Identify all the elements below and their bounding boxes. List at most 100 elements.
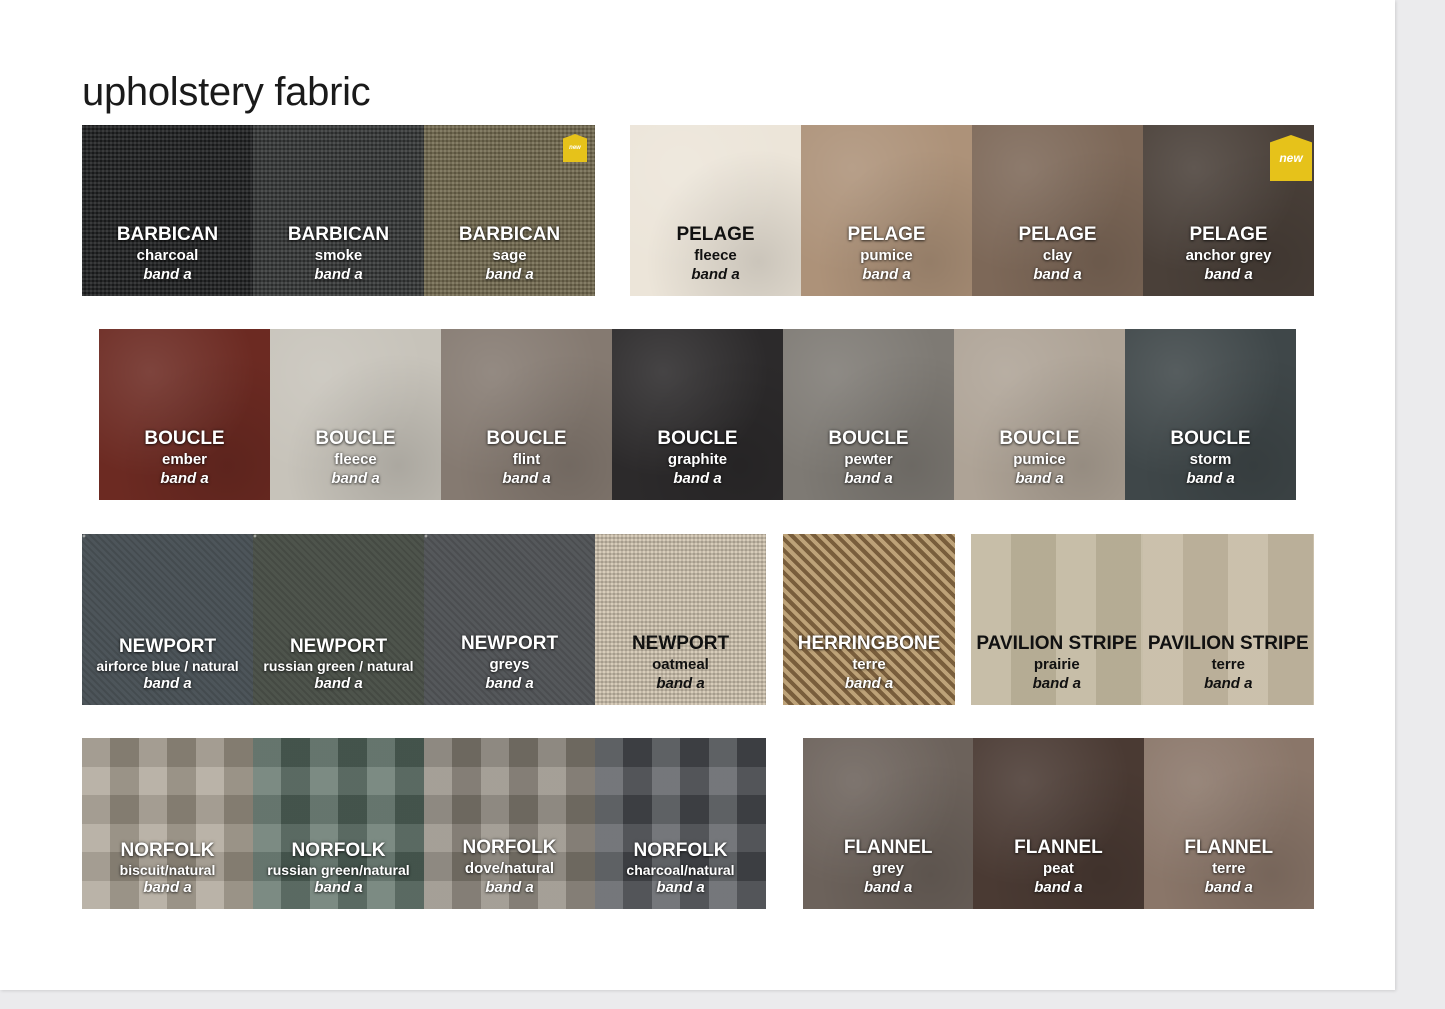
fabric-swatch: FLANNEL peat band a <box>973 738 1144 909</box>
swatch-name: FLANNEL <box>843 837 933 858</box>
swatch-name: BOUCLE <box>1170 428 1251 449</box>
swatch-name: NORFOLK <box>633 840 728 861</box>
swatch-colorway: fleece <box>334 451 377 468</box>
swatch-colorway: anchor grey <box>1185 247 1272 264</box>
swatch-colorway: dove/natural <box>464 860 555 877</box>
swatch-band: band a <box>314 266 363 283</box>
swatch-band: band a <box>1015 470 1064 487</box>
swatch-colorway: charcoal <box>136 247 199 264</box>
fabric-swatch: FLANNEL grey band a <box>803 738 974 909</box>
swatch-colorway: ember <box>161 451 208 468</box>
fabric-swatch: PAVILION STRIPE terre band a <box>1142 534 1314 705</box>
fabric-swatch: BARBICAN sage band a new <box>424 125 595 296</box>
swatch-colorway: terre <box>1211 656 1245 673</box>
swatch-band: band a <box>1204 675 1253 692</box>
swatch-colorway: storm <box>1189 451 1232 468</box>
swatch-name: PAVILION STRIPE <box>1147 633 1309 654</box>
swatch-name: BARBICAN <box>458 224 561 245</box>
fabric-group: NEWPORT airforce blue / natural band a NEWP… <box>82 534 766 705</box>
swatch-colorway: prairie <box>1033 656 1080 673</box>
swatch-band: band a <box>314 879 363 896</box>
swatch-band: band a <box>485 266 534 283</box>
swatch-name: NEWPORT <box>118 636 217 657</box>
fabric-swatch: BARBICAN smoke band a <box>253 125 424 296</box>
fabric-group: PELAGE fleece band a PELAGE pumice band a PELA… <box>630 125 1314 296</box>
catalog-page: upholstery fabric BARBICAN charcoal band a… <box>0 0 1395 990</box>
swatch-band: band a <box>656 879 705 896</box>
swatch-name: BARBICAN <box>116 224 219 245</box>
swatch-name: BOUCLE <box>315 428 396 449</box>
swatch-colorway: terre <box>1212 860 1246 877</box>
fabric-group: PAVILION STRIPE prairie band a PAVILION STR… <box>971 534 1314 705</box>
swatch-name: BOUCLE <box>486 428 567 449</box>
swatch-colorway: flint <box>512 451 541 468</box>
swatch-name: BARBICAN <box>287 224 390 245</box>
swatch-colorway: clay <box>1042 247 1073 264</box>
fabric-swatch: NORFOLK biscuit/natural band a <box>82 738 253 909</box>
swatch-band: band a <box>1186 470 1235 487</box>
new-badge: new <box>563 134 587 162</box>
swatch-band: band a <box>1033 266 1082 283</box>
swatch-name: BOUCLE <box>999 428 1080 449</box>
fabric-swatch: NORFOLK dove/natural band a <box>424 738 595 909</box>
swatch-colorway: grey <box>872 860 904 877</box>
fabric-swatch: PELAGE pumice band a <box>801 125 972 296</box>
swatch-colorway: biscuit/natural <box>119 862 216 878</box>
swatch-colorway: pumice <box>860 247 913 264</box>
swatch-name: BOUCLE <box>828 428 909 449</box>
swatch-name: PELAGE <box>847 224 926 245</box>
swatch-name: BOUCLE <box>657 428 738 449</box>
swatch-band: band a <box>331 470 380 487</box>
swatch-name: NEWPORT <box>460 633 559 654</box>
swatch-band: band a <box>143 266 192 283</box>
fabric-swatch: BOUCLE storm band a <box>1125 329 1296 500</box>
swatch-band: band a <box>844 470 893 487</box>
fabric-group: FLANNEL grey band a FLANNEL peat band a FLANNE… <box>803 738 1314 909</box>
swatch-colorway: sage <box>492 247 527 264</box>
swatch-colorway: smoke <box>314 247 363 264</box>
fabric-swatch: NEWPORT oatmeal band a <box>595 534 766 705</box>
swatch-name: NORFOLK <box>462 837 557 858</box>
swatch-colorway: russian green/natural <box>267 862 410 878</box>
swatch-colorway: fleece <box>694 247 737 264</box>
swatch-band: band a <box>862 266 911 283</box>
swatch-name: NEWPORT <box>289 636 388 657</box>
swatch-band: band a <box>314 675 363 692</box>
swatch-band: band a <box>863 879 913 896</box>
swatch-band: band a <box>656 675 705 692</box>
swatch-colorway: greys <box>489 656 530 673</box>
fabric-swatch: NEWPORT russian green / natural band a <box>253 534 424 705</box>
swatch-name: NORFOLK <box>291 840 386 861</box>
fabric-swatch: BOUCLE flint band a <box>441 329 612 500</box>
fabric-swatch: PAVILION STRIPE prairie band a <box>971 534 1143 705</box>
swatch-band: band a <box>1034 879 1083 896</box>
swatch-name: NORFOLK <box>120 840 215 861</box>
fabric-group: HERRINGBONE terre band a <box>783 534 955 705</box>
new-badge: new <box>1270 135 1312 181</box>
fabric-swatch: HERRINGBONE terre band a <box>783 534 955 705</box>
swatch-band: band a <box>143 675 192 692</box>
page-title: upholstery fabric <box>82 70 371 114</box>
fabric-swatch: BOUCLE fleece band a <box>270 329 441 500</box>
swatch-band: band a <box>485 675 534 692</box>
fabric-swatch: PELAGE anchor grey band a new <box>1143 125 1314 296</box>
fabric-group: BOUCLE ember band a BOUCLE fleece band a BOUCL… <box>99 329 1296 500</box>
swatch-band: band a <box>844 675 894 692</box>
fabric-swatch: BOUCLE ember band a <box>99 329 270 500</box>
swatch-band: band a <box>502 470 551 487</box>
swatch-band: band a <box>1032 675 1081 692</box>
swatch-colorway: graphite <box>667 451 728 468</box>
swatch-band: band a <box>673 470 722 487</box>
fabric-swatch: NORFOLK russian green/natural band a <box>253 738 424 909</box>
swatch-colorway: charcoal/natural <box>626 862 735 878</box>
swatch-band: band a <box>485 879 534 896</box>
swatch-name: FLANNEL <box>1014 837 1103 858</box>
fabric-swatch: NEWPORT greys band a <box>424 534 595 705</box>
swatch-band: band a <box>691 266 740 283</box>
swatch-name: FLANNEL <box>1184 837 1274 858</box>
swatch-colorway: pumice <box>1013 451 1066 468</box>
swatch-colorway: airforce blue / natural <box>96 658 239 674</box>
fabric-swatch: BOUCLE pewter band a <box>783 329 954 500</box>
swatch-name: PELAGE <box>1018 224 1097 245</box>
swatch-name: PELAGE <box>1189 224 1268 245</box>
